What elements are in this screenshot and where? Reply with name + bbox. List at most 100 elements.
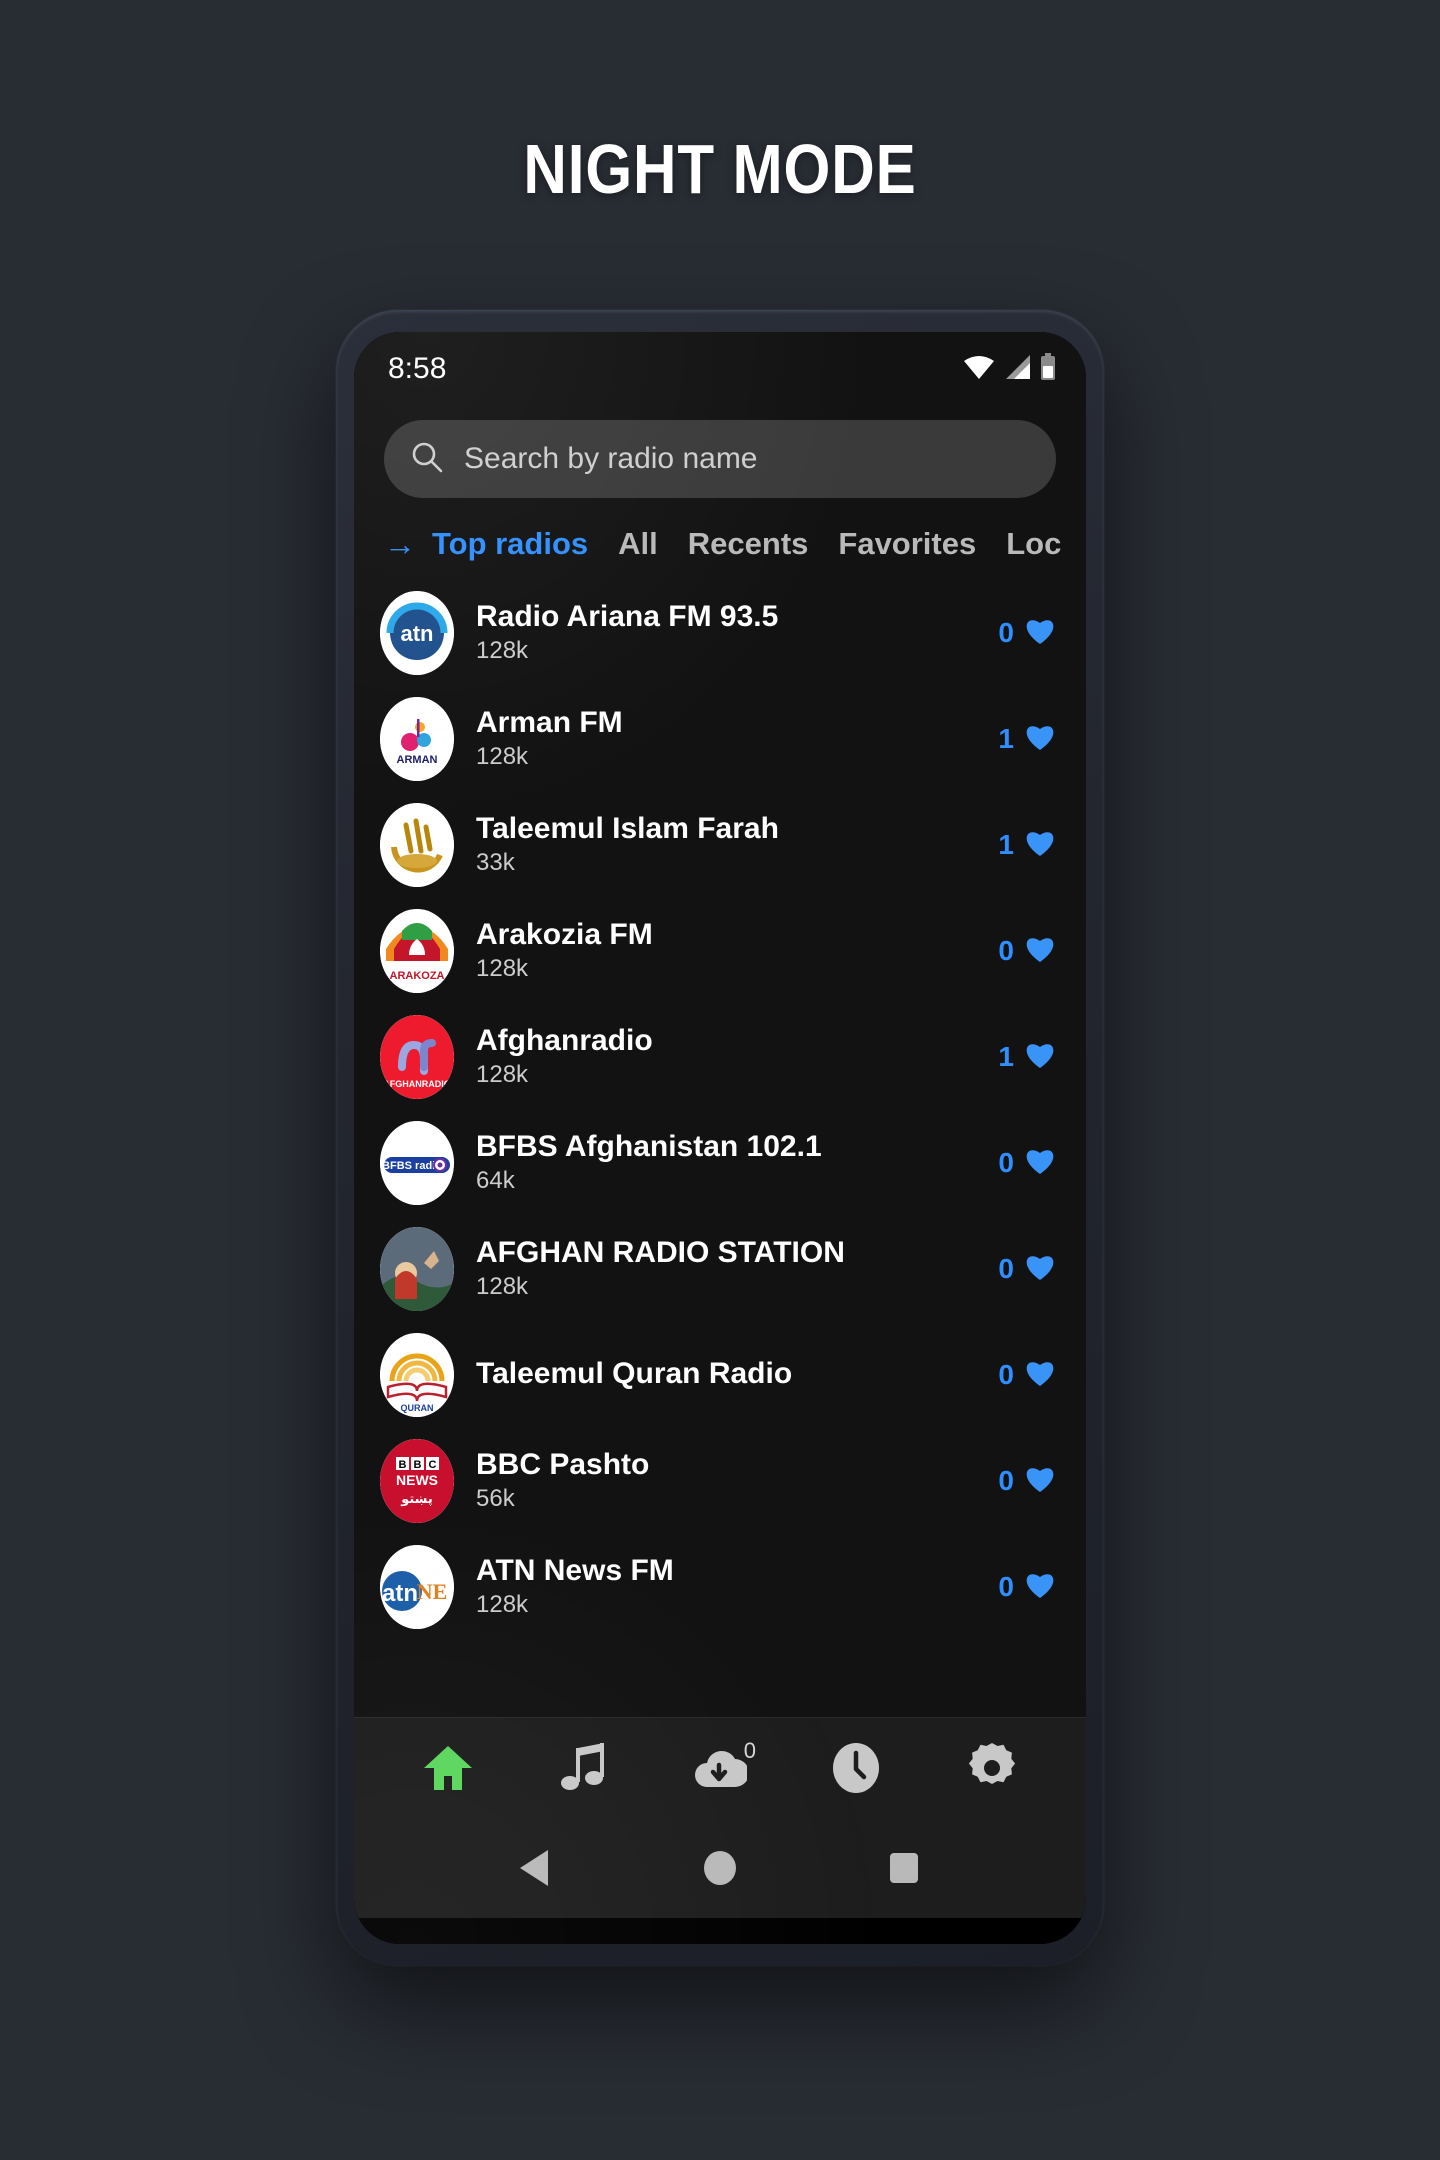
list-item[interactable]: AFGHANRADIO Afghanradio 128k 1 [354,1004,1086,1110]
list-item-text: Afghanradio 128k [476,1024,976,1090]
favorite-control[interactable]: 1 [998,828,1056,862]
radio-bitrate: 128k [476,636,529,664]
gear-icon [966,1742,1018,1799]
search-area: Search by radio name [354,406,1086,510]
page-title: NIGHT MODE [523,130,917,208]
tab-bar[interactable]: → Top radios All Recents Favorites Loc [354,510,1086,580]
favorite-control[interactable]: 0 [998,1464,1056,1498]
svg-text:B: B [414,1459,422,1471]
radio-list[interactable]: atn Radio Ariana FM 93.5 128k 0 ARMAN Ar… [354,580,1086,1717]
bbc-pashto-logo: B B C NEWS پښتو [380,1439,454,1523]
wifi-icon [963,354,995,385]
svg-text:NEWS: NEWS [396,1472,438,1488]
svg-text:C: C [429,1459,437,1471]
phone-screen: 8:58 Search by radio name → Top radios A… [354,332,1086,1944]
favorite-control[interactable]: 0 [998,616,1056,650]
afghanradio-logo: AFGHANRADIO [380,1015,454,1099]
heart-icon[interactable] [1024,1358,1056,1392]
list-item-text: Radio Ariana FM 93.5 128k [476,600,976,666]
favorite-control[interactable]: 0 [998,1570,1056,1604]
svg-text:ARMAN: ARMAN [397,754,438,766]
favorite-control[interactable]: 0 [998,934,1056,968]
heart-icon[interactable] [1024,1464,1056,1498]
radio-name: Taleemul Quran Radio [476,1357,793,1391]
list-item-text: BBC Pashto 56k [476,1448,976,1514]
nav-settings-button[interactable] [948,1726,1036,1814]
heart-icon[interactable] [1024,722,1056,756]
cloud-download-icon [693,1745,749,1796]
favorite-control[interactable]: 0 [998,1252,1056,1286]
bfbs-logo: BFBS radio [380,1121,454,1205]
list-item-text: BFBS Afghanistan 102.1 64k [476,1130,976,1196]
heart-icon[interactable] [1024,828,1056,862]
favorite-count: 1 [998,1041,1014,1072]
tab-top-radios[interactable]: Top radios [432,526,588,562]
nav-home-button[interactable] [404,1726,492,1814]
heart-icon[interactable] [1024,934,1056,968]
recents-square-icon[interactable] [884,1847,924,1894]
home-circle-icon[interactable] [700,1847,740,1894]
list-item[interactable]: Taleemul Islam Farah 33k 1 [354,792,1086,898]
tab-recents[interactable]: Recents [688,526,809,562]
svg-text:AFGHANRADIO: AFGHANRADIO [383,1079,451,1089]
nav-downloads-button[interactable]: 0 [676,1726,764,1814]
svg-text:atn: atn [401,621,434,646]
radio-bitrate: 64k [476,1166,515,1194]
list-item[interactable]: BFBS radio BFBS Afghanistan 102.1 64k 0 [354,1110,1086,1216]
favorite-count: 0 [998,1147,1014,1178]
battery-icon [1040,352,1056,386]
favorite-control[interactable]: 0 [998,1358,1056,1392]
android-navigation-bar[interactable] [354,1822,1086,1918]
radio-name: Arakozia FM [476,918,653,952]
list-item[interactable]: B B C NEWS پښتو BBC Pashto 56k 0 [354,1428,1086,1534]
arrow-right-icon: → [384,526,416,562]
list-item[interactable]: atn NE ATN News FM 128k 0 [354,1534,1086,1640]
status-bar-icons [963,352,1056,386]
svg-text:atn: atn [382,1580,418,1607]
radio-name: BBC Pashto [476,1448,650,1482]
tab-favorites[interactable]: Favorites [838,526,976,562]
svg-text:QURAN: QURAN [401,1403,434,1413]
favorite-count: 1 [998,829,1014,860]
svg-text:ARAKOZA: ARAKOZA [390,970,445,982]
heart-icon[interactable] [1024,1252,1056,1286]
heart-icon[interactable] [1024,616,1056,650]
tab-local[interactable]: Loc [1006,526,1061,562]
heart-icon[interactable] [1024,1146,1056,1180]
radio-bitrate: 33k [476,848,515,876]
heart-icon[interactable] [1024,1040,1056,1074]
tab-all[interactable]: All [618,526,658,562]
list-item-text: Taleemul Quran Radio [476,1357,976,1393]
radio-bitrate: 128k [476,742,529,770]
list-item[interactable]: ARAKOZA Arakozia FM 128k 0 [354,898,1086,1004]
heart-icon[interactable] [1024,1570,1056,1604]
favorite-count: 0 [998,1359,1014,1390]
bottom-navigation-bar[interactable]: 0 [354,1718,1086,1822]
nav-music-button[interactable] [540,1726,628,1814]
search-placeholder-text: Search by radio name [464,442,758,475]
list-item[interactable]: atn Radio Ariana FM 93.5 128k 0 [354,580,1086,686]
app-body: Search by radio name → Top radios All Re… [354,406,1086,1944]
favorite-control[interactable]: 1 [998,722,1056,756]
nav-history-button[interactable] [812,1726,900,1814]
list-item[interactable]: AFGHAN RADIO STATION 128k 0 [354,1216,1086,1322]
favorite-count: 0 [998,935,1014,966]
svg-text:NE: NE [417,1579,448,1604]
status-bar-time: 8:58 [388,352,447,385]
search-input[interactable]: Search by radio name [384,420,1056,498]
favorite-count: 0 [998,1571,1014,1602]
screen-bottom-fill [354,1918,1086,1944]
list-item[interactable]: QURAN Taleemul Quran Radio 0 [354,1322,1086,1428]
favorite-control[interactable]: 1 [998,1040,1056,1074]
phone-device-frame: 8:58 Search by radio name → Top radios A… [336,310,1104,1966]
favorite-count: 0 [998,1465,1014,1496]
list-item-text: Arakozia FM 128k [476,918,976,984]
radio-bitrate: 128k [476,1272,529,1300]
list-item[interactable]: ARMAN Arman FM 128k 1 [354,686,1086,792]
favorite-control[interactable]: 0 [998,1146,1056,1180]
list-item-text: AFGHAN RADIO STATION 128k [476,1236,976,1302]
taleemul-quran-logo: QURAN [380,1333,454,1417]
back-triangle-icon[interactable] [516,1847,556,1894]
status-bar: 8:58 [354,332,1086,406]
radio-name: ATN News FM [476,1554,674,1588]
